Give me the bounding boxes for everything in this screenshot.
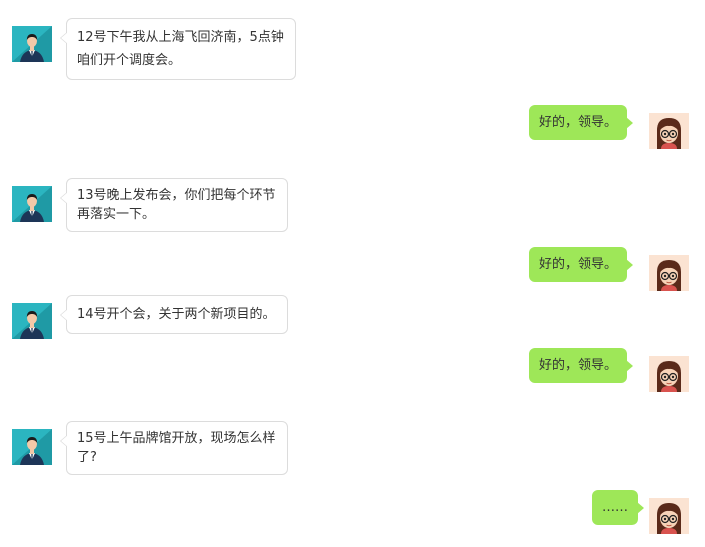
outgoing-message-bubble[interactable]: 好的，领导。	[529, 247, 634, 282]
incoming-message-bubble[interactable]: 14号开个会，关于两个新项目的。	[60, 295, 288, 334]
outgoing-message-bubble[interactable]: 好的，领导。	[529, 105, 634, 140]
outgoing-message-bubble[interactable]: ……	[592, 490, 644, 525]
message-text: 15号上午品牌馆开放，现场怎么样 了?	[77, 431, 276, 465]
incoming-message-bubble[interactable]: 12号下午我从上海飞回济南，5点钟 咱们开个调度会。	[60, 18, 296, 80]
message-text: 好的，领导。	[539, 257, 618, 272]
outgoing-message-bubble[interactable]: 好的，领导。	[529, 348, 634, 383]
leader-avatar-icon[interactable]	[12, 186, 52, 222]
message-text: 好的，领导。	[539, 358, 618, 373]
message-text: 13号晚上发布会，你们把每个环节 再落实一下。	[77, 188, 276, 222]
my-avatar-icon[interactable]	[649, 113, 689, 149]
leader-avatar-icon[interactable]	[12, 303, 52, 339]
message-text: 14号开个会，关于两个新项目的。	[77, 307, 276, 322]
incoming-message-bubble[interactable]: 15号上午品牌馆开放，现场怎么样 了?	[60, 421, 288, 475]
my-avatar-icon[interactable]	[649, 498, 689, 534]
my-avatar-icon[interactable]	[649, 255, 689, 291]
leader-avatar-icon[interactable]	[12, 26, 52, 62]
message-text: ……	[602, 500, 628, 515]
my-avatar-icon[interactable]	[649, 356, 689, 392]
message-text: 12号下午我从上海飞回济南，5点钟 咱们开个调度会。	[77, 30, 284, 68]
incoming-message-bubble[interactable]: 13号晚上发布会，你们把每个环节 再落实一下。	[60, 178, 288, 232]
message-text: 好的，领导。	[539, 115, 618, 130]
leader-avatar-icon[interactable]	[12, 429, 52, 465]
